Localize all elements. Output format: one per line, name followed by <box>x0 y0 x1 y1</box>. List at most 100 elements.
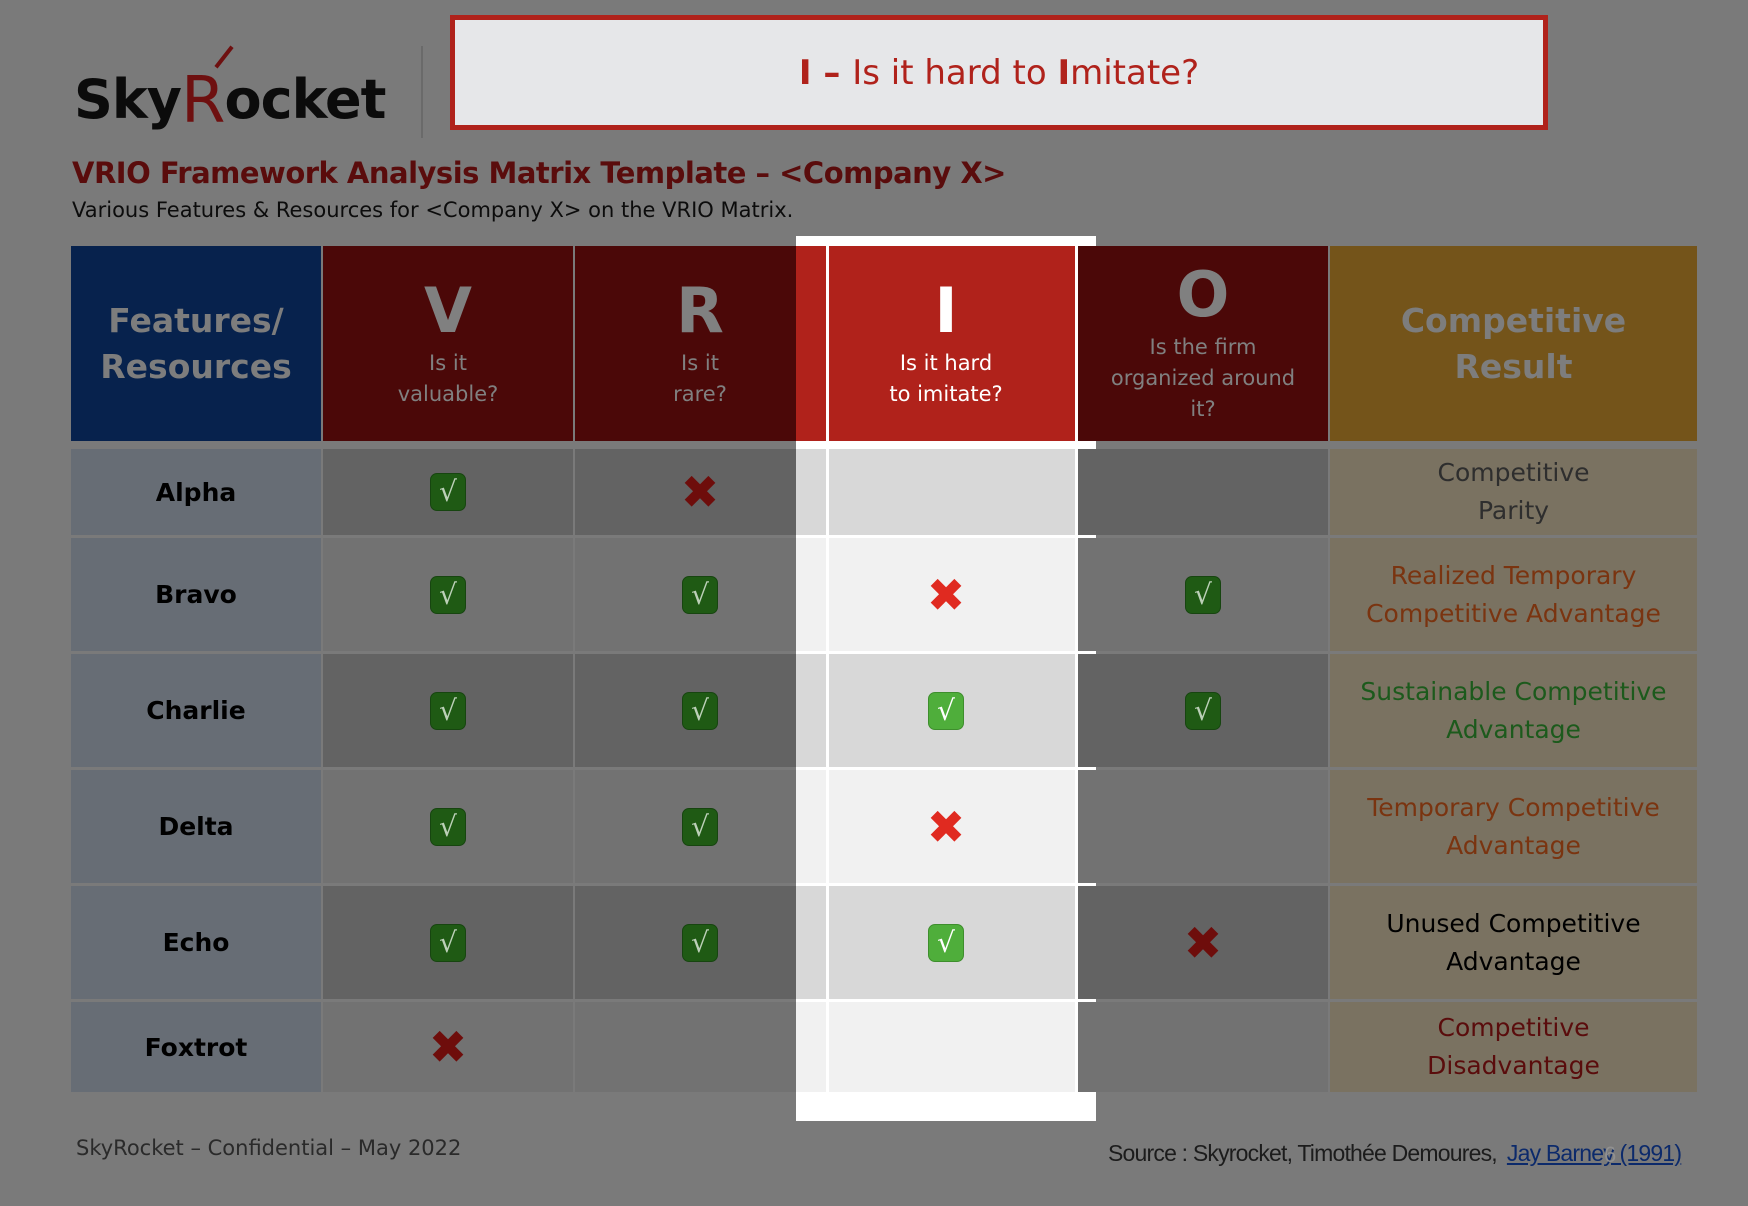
cell-v-alpha[interactable]: √ <box>323 449 573 535</box>
title-letter: I <box>798 52 812 93</box>
result-line1: Competitive <box>1437 458 1590 487</box>
cell-v-bravo[interactable]: √ <box>323 538 573 651</box>
highlight-divider <box>1075 246 1078 1092</box>
header-question-line: Is the firm <box>1149 335 1257 359</box>
page-number: 6 <box>1604 1142 1617 1167</box>
cell-r-charlie[interactable]: √ <box>575 654 825 767</box>
cell-o-alpha[interactable] <box>1078 449 1328 535</box>
header-competitive-result: Competitive Result <box>1330 246 1697 441</box>
header-question-line: organized around <box>1110 366 1296 390</box>
result-line2: Advantage <box>1446 946 1581 976</box>
cell-o-charlie[interactable]: √ <box>1078 654 1328 767</box>
result-line1: Competitive <box>1437 1013 1590 1042</box>
check-icon: √ <box>430 923 466 962</box>
cell-i-foxtrot[interactable] <box>796 1002 1096 1092</box>
cell-i-bravo[interactable]: ✖ <box>796 538 1096 651</box>
header-question-line: Is it <box>681 350 719 375</box>
title-pre: Is it hard to <box>852 52 1058 93</box>
feature-name: Echo <box>162 928 230 957</box>
cell-r-alpha[interactable]: ✖ <box>575 449 825 535</box>
check-icon: √ <box>1185 691 1221 730</box>
check-icon: √ <box>430 575 466 614</box>
footer-confidential: SkyRocket – Confidential – May 2022 <box>76 1136 462 1160</box>
cell-i-echo[interactable]: √ <box>796 886 1096 999</box>
cell-i-delta[interactable]: ✖ <box>796 770 1096 883</box>
cell-o-echo[interactable]: ✖ <box>1078 886 1328 999</box>
header-divider <box>421 46 423 138</box>
result-line1: Realized Temporary <box>1390 560 1637 590</box>
cell-r-bravo[interactable]: √ <box>575 538 825 651</box>
slide-title: I – Is it hard to Imitate? <box>799 53 1199 93</box>
cell-v-foxtrot[interactable]: ✖ <box>323 1002 573 1092</box>
cross-icon: ✖ <box>926 799 966 854</box>
result-line2: Advantage <box>1446 830 1581 860</box>
header-letter: V <box>424 273 472 347</box>
result-foxtrot: Competitive Disadvantage <box>1330 1002 1697 1092</box>
result-line2: Competitive Advantage <box>1366 598 1661 628</box>
cell-r-echo[interactable]: √ <box>575 886 825 999</box>
header-column-r[interactable]: R Is it rare? <box>575 246 825 441</box>
header-question: Is the firm organized around it? <box>1111 332 1295 425</box>
result-bravo: Realized Temporary Competitive Advantage <box>1330 538 1697 651</box>
feature-name: Alpha <box>155 477 237 507</box>
cell-o-foxtrot[interactable] <box>1078 1002 1328 1092</box>
row-name-foxtrot: Foxtrot <box>71 1002 321 1092</box>
header-letter: R <box>676 273 724 347</box>
cross-icon: ✖ <box>680 465 720 519</box>
cross-icon: ✖ <box>1183 915 1223 970</box>
header-column-o[interactable]: O Is the firm organized around it? <box>1078 246 1328 441</box>
result-echo: Unused Competitive Advantage <box>1330 886 1697 999</box>
cell-r-delta[interactable]: √ <box>575 770 825 883</box>
header-features-resources: Features/Resources <box>71 246 321 441</box>
row-name-alpha: Alpha <box>71 449 321 535</box>
cell-r-foxtrot[interactable] <box>575 1002 825 1092</box>
header-column-i[interactable]: I Is it hard to imitate? <box>796 246 1096 441</box>
header-letter: O <box>1176 258 1230 331</box>
check-icon: √ <box>430 473 466 511</box>
check-icon: √ <box>1185 575 1221 614</box>
result-charlie: Sustainable Competitive Advantage <box>1330 654 1697 767</box>
header-question-line: rare? <box>673 381 727 406</box>
cell-i-charlie[interactable]: √ <box>796 654 1096 767</box>
logo-accent: R <box>181 64 225 138</box>
cell-v-echo[interactable]: √ <box>323 886 573 999</box>
header-question: Is it hard to imitate? <box>889 348 1002 410</box>
highlight-divider <box>826 246 829 1092</box>
cell-o-delta[interactable] <box>1078 770 1328 883</box>
source-text: Source : Skyrocket, Timothée Demoures, <box>1108 1140 1498 1166</box>
cell-o-bravo[interactable]: √ <box>1078 538 1328 651</box>
cell-v-delta[interactable]: √ <box>323 770 573 883</box>
check-icon: √ <box>682 923 718 962</box>
title-dash: – <box>811 52 853 93</box>
cell-i-alpha[interactable] <box>796 449 1096 535</box>
header-letter: I <box>934 273 958 347</box>
header-features-line1: Features/ <box>108 300 284 340</box>
title-post: mitate? <box>1070 52 1200 93</box>
cross-icon: ✖ <box>428 1020 468 1074</box>
row-name-bravo: Bravo <box>71 538 321 651</box>
header-result-line2: Result <box>1454 346 1573 386</box>
row-name-echo: Echo <box>71 886 321 999</box>
logo-suffix: ocket <box>224 68 386 131</box>
check-icon: √ <box>682 691 718 730</box>
check-icon: √ <box>928 923 964 962</box>
slide-title-box: I – Is it hard to Imitate? <box>450 15 1548 130</box>
cell-v-charlie[interactable]: √ <box>323 654 573 767</box>
header-question-line: it? <box>1190 397 1216 421</box>
header-question-line: Is it hard <box>899 350 993 375</box>
result-line2: Advantage <box>1446 714 1581 744</box>
result-line2: Disadvantage <box>1427 1051 1600 1080</box>
source-link[interactable]: Jay Barney (1991) <box>1507 1140 1682 1166</box>
footer-source: Source : Skyrocket, Timothée Demoures, Ja… <box>1108 1140 1682 1167</box>
logo-wordmark: SkyRocket <box>74 60 387 138</box>
header-column-v[interactable]: V Is it valuable? <box>323 246 573 441</box>
result-line1: Unused Competitive <box>1386 908 1641 938</box>
header-question: Is it rare? <box>673 348 727 410</box>
page-heading: VRIO Framework Analysis Matrix Template … <box>72 156 1006 190</box>
check-icon: √ <box>682 575 718 614</box>
row-name-delta: Delta <box>71 770 321 883</box>
header-question: Is it valuable? <box>398 348 499 410</box>
result-line1: Temporary Competitive <box>1367 792 1660 822</box>
check-icon: √ <box>682 807 718 846</box>
feature-name: Charlie <box>146 696 246 725</box>
